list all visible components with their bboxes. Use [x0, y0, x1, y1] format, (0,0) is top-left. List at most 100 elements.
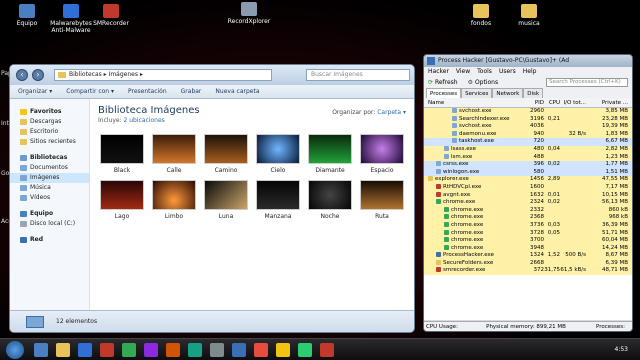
menu-item[interactable]: View [456, 67, 470, 77]
start-button[interactable] [6, 341, 24, 359]
image-thumbnail[interactable]: Noche [306, 180, 354, 220]
col-header-cpu[interactable]: CPU [544, 98, 560, 107]
image-thumbnail[interactable]: Camino [202, 134, 250, 174]
process-row[interactable]: lsass.exe 480 0,04 2,82 MB [424, 145, 632, 154]
nav-item[interactable]: Disco local (C:) [10, 219, 89, 229]
toolbar-button[interactable]: Organizar ▾ [18, 88, 52, 95]
menu-item[interactable]: Hacker [428, 67, 449, 77]
taskbar-app-icon[interactable] [320, 343, 334, 357]
process-row[interactable]: SearchIndexer.exe 3196 0,21 23,28 MB [424, 115, 632, 124]
taskbar-app-icon[interactable] [78, 343, 92, 357]
menu-item[interactable]: Users [499, 67, 516, 77]
process-row[interactable]: RtHDVCpl.exe 1600 7,17 MB [424, 183, 632, 192]
toolbar-button[interactable]: Compartir con ▾ [66, 88, 114, 95]
clock[interactable]: 4:53 [615, 346, 628, 353]
process-row[interactable]: explorer.exe 1456 2,89 47,55 MB [424, 176, 632, 184]
process-row[interactable]: svchost.exe 2960 3,85 MB [424, 108, 632, 116]
taskbar-app-icon[interactable] [210, 343, 224, 357]
nav-item[interactable]: Música [10, 183, 89, 193]
nav-item[interactable]: Vídeos [10, 193, 89, 203]
taskbar-app-icon[interactable] [34, 343, 48, 357]
nav-item[interactable]: Sitios recientes [10, 137, 89, 147]
process-row[interactable]: chrome.exe 2332 860 kB [424, 206, 632, 215]
image-thumbnail[interactable]: Manzana [254, 180, 302, 220]
image-thumbnail[interactable]: Cielo [254, 134, 302, 174]
process-row[interactable]: lsm.exe 488 1,23 MB [424, 153, 632, 162]
nav-item[interactable]: Imágenes [10, 173, 89, 183]
desktop-icon[interactable]: Equipo [4, 4, 50, 27]
process-row[interactable]: winlogon.exe 580 1,51 MB [424, 168, 632, 177]
desktop-icon[interactable]: fondos [458, 4, 504, 27]
nav-favorites-header[interactable]: Favoritos [10, 107, 89, 117]
process-row[interactable]: chrome.exe 3700 60,04 MB [424, 237, 632, 245]
col-header-private[interactable]: Private ... [586, 98, 632, 107]
taskbar-app-icon[interactable] [276, 343, 290, 357]
tab-disk[interactable]: Disk [523, 88, 544, 98]
taskbar-app-icon[interactable] [298, 343, 312, 357]
toolbar-button[interactable]: Presentación [128, 88, 167, 95]
back-button[interactable]: ‹ [16, 69, 28, 81]
nav-item[interactable]: Descargas [10, 117, 89, 127]
nav-network-header[interactable]: Red [10, 235, 89, 245]
col-header-name[interactable]: Name [424, 98, 520, 107]
address-bar[interactable]: Bibliotecas ▸ Imágenes ▸ [54, 69, 272, 81]
desktop-icon[interactable]: SMRecorder [88, 4, 134, 27]
process-search-input[interactable]: Search Processes (Ctrl+K) [546, 78, 628, 87]
taskbar-app-icon[interactable] [122, 343, 136, 357]
process-row[interactable]: SecureFolders.exe 2668 6,39 MB [424, 259, 632, 268]
taskbar-app-icon[interactable] [254, 343, 268, 357]
arrange-dropdown[interactable]: Carpeta ▾ [377, 109, 406, 116]
process-row[interactable]: avgnt.exe 1632 0,01 10,15 MB [424, 191, 632, 200]
includes-link[interactable]: 2 ubicaciones [124, 117, 165, 124]
taskbar-app-icon[interactable] [144, 343, 158, 357]
taskbar-app-icon[interactable] [232, 343, 246, 357]
toolbar-button[interactable]: Grabar [181, 88, 202, 95]
refresh-button[interactable]: ⟳ Refresh [428, 79, 458, 86]
process-icon [436, 183, 441, 189]
desktop-icon[interactable]: RecordXplorer [226, 2, 272, 25]
process-row[interactable]: smrecorder.exe 372 31,75 61,5 kB/s 48,71 MB [424, 267, 632, 276]
toolbar-button[interactable]: Nueva carpeta [215, 88, 259, 95]
tab-processes[interactable]: Processes [426, 88, 462, 98]
taskbar-app-icon[interactable] [56, 343, 70, 357]
col-header-io[interactable]: I/O tot... [560, 98, 586, 107]
desktop-icon[interactable]: musica [506, 4, 552, 27]
process-count: Processes: 54 [596, 324, 625, 330]
process-row[interactable]: chrome.exe 3728 0,05 51,71 MB [424, 229, 632, 238]
nav-item[interactable]: Escritorio [10, 127, 89, 137]
image-thumbnail[interactable]: Luna [202, 180, 250, 220]
nav-libraries-header[interactable]: Bibliotecas [10, 153, 89, 163]
tab-services[interactable]: Services [461, 88, 493, 98]
process-row[interactable]: daemonu.exe 940 32 B/s 1,83 MB [424, 130, 632, 139]
process-row[interactable]: csrss.exe 396 0,02 1,77 MB [424, 161, 632, 169]
ph-title: Process Hacker [Gustavo-PC\Gustavo]+ (Ad [438, 57, 570, 64]
image-thumbnail[interactable]: Black [98, 134, 146, 174]
forward-button[interactable]: › [32, 69, 44, 81]
menu-item[interactable]: Tools [477, 67, 492, 77]
image-thumbnail[interactable]: Limbo [150, 180, 198, 220]
process-hacker-window[interactable]: Process Hacker [Gustavo-PC\Gustavo]+ (Ad… [423, 54, 633, 332]
image-thumbnail[interactable]: Diamante [306, 134, 354, 174]
process-row[interactable]: chrome.exe 2324 0,02 56,13 MB [424, 199, 632, 207]
process-row[interactable]: chrome.exe 2368 968 kB [424, 214, 632, 222]
search-input[interactable]: Buscar Imágenes [306, 69, 410, 81]
menu-item[interactable]: Help [523, 67, 537, 77]
process-row[interactable]: taskhost.exe 720 6,67 MB [424, 138, 632, 146]
taskbar-app-icon[interactable] [166, 343, 180, 357]
image-thumbnail[interactable]: Calle [150, 134, 198, 174]
image-thumbnail[interactable]: Espacio [358, 134, 406, 174]
image-thumbnail[interactable]: Lago [98, 180, 146, 220]
nav-item[interactable]: Documentos [10, 163, 89, 173]
options-button[interactable]: ⚙ Options [468, 79, 498, 86]
explorer-window[interactable]: ‹ › Bibliotecas ▸ Imágenes ▸ Buscar Imág… [9, 64, 415, 333]
process-row[interactable]: chrome.exe 3948 14,24 MB [424, 244, 632, 253]
col-header-pid[interactable]: PID [520, 98, 544, 107]
taskbar-app-icon[interactable] [100, 343, 114, 357]
process-row[interactable]: ProcessHacker.exe 1324 1,52 500 B/s 8,67 MB [424, 252, 632, 260]
process-row[interactable]: svchost.exe 4036 19,39 MB [424, 123, 632, 131]
tab-network[interactable]: Network [492, 88, 524, 98]
taskbar-app-icon[interactable] [188, 343, 202, 357]
nav-computer-header[interactable]: Equipo [10, 209, 89, 219]
image-thumbnail[interactable]: Ruta [358, 180, 406, 220]
process-row[interactable]: chrome.exe 3736 0,03 36,39 MB [424, 221, 632, 230]
